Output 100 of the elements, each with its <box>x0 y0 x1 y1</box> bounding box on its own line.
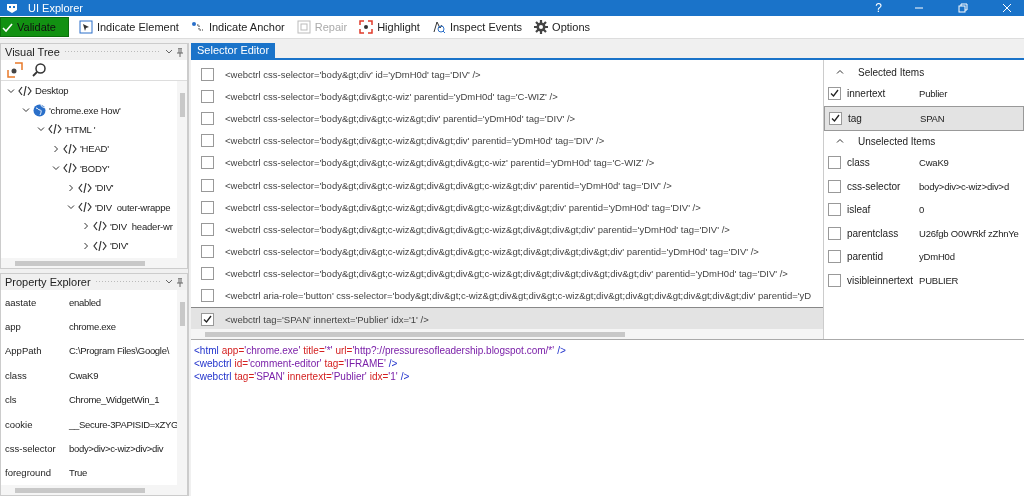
inspect-button[interactable]: Inspect Events <box>429 17 525 37</box>
selector-row[interactable]: <webctrl css-selector='body&gt;div&gt;c-wiz&gt;div&gt;div' parentid='yDmH0d' tag='DIV' /> <box>191 129 823 152</box>
property-name: css-selector <box>5 443 57 455</box>
attribute-value: PUBLIER <box>919 274 959 286</box>
checkbox[interactable] <box>828 250 841 264</box>
highlight-button[interactable]: Highlight <box>357 17 422 37</box>
chevron-down-icon[interactable] <box>22 106 30 115</box>
code-icon <box>63 162 77 175</box>
attribute-row[interactable]: isleaf 0 <box>824 198 1024 222</box>
selector-row[interactable]: <webctrl aria-role='button' css-selector='body&gt;div&gt;c-wiz&gt;div&gt;div&gt;c-wiz&gt;div&gt;div&gt;div&gt;div&gt;div&gt;div' parentid='yD <box>191 284 823 308</box>
chevron-right-icon[interactable] <box>52 144 60 153</box>
checkbox[interactable] <box>201 222 214 236</box>
checkbox[interactable] <box>828 179 841 193</box>
selector-row[interactable]: <webctrl css-selector='body&gt;div&gt;c-wiz&gt;div' parentid='yDmH0d' tag='DIV' /> <box>191 107 823 130</box>
checkbox[interactable] <box>201 178 214 192</box>
checkbox[interactable] <box>201 289 214 303</box>
selector-row[interactable]: <webctrl css-selector='body&gt;div&gt;c-wiz&gt;div&gt;div&gt;c-wiz&gt;div' parentid='yDmH0d' tag='DIV' /> <box>191 173 823 197</box>
attribute-value: Publier <box>919 88 948 100</box>
indicate-anchor-button[interactable]: Indicate Anchor <box>188 17 287 37</box>
tree-item[interactable]: 'HTML ' <box>1 119 177 140</box>
attribute-row[interactable]: visibleinnertext PUBLIER <box>824 268 1024 292</box>
indicate-element-button[interactable]: Indicate Element <box>76 17 181 37</box>
chevron-down-icon[interactable] <box>67 203 75 212</box>
scrollbar[interactable] <box>177 81 187 258</box>
restore-icon[interactable] <box>958 3 968 13</box>
property-name: foreground <box>5 467 52 479</box>
attribute-row[interactable]: tag SPAN <box>824 105 1024 131</box>
tree-item[interactable]: 'chrome.exe How' <box>1 100 177 120</box>
tree-item[interactable]: 'DIV' <box>1 177 177 198</box>
chevron-icon[interactable] <box>836 68 844 76</box>
scrollbar[interactable] <box>191 329 823 339</box>
chevron-right-icon[interactable] <box>67 183 75 192</box>
locate-icon[interactable] <box>7 62 23 78</box>
search-icon[interactable] <box>31 62 47 78</box>
checkbox[interactable] <box>201 89 214 103</box>
chevron-right-icon[interactable] <box>82 222 90 231</box>
selector-row[interactable]: <webctrl tag='SPAN' innertext='Publier' idx='1' /> <box>191 307 823 329</box>
tree-item[interactable]: 'DIV header-wr <box>1 216 177 237</box>
selector-row[interactable]: <webctrl css-selector='body&gt;div&gt;c-wiz&gt;div&gt;div&gt;c-wiz&gt;div&gt;div' parentid='yDmH0d' tag='DIV' /> <box>191 196 823 219</box>
pin-icon[interactable] <box>177 47 183 57</box>
validate-button[interactable]: Validate <box>0 17 69 37</box>
tree-item[interactable]: 'HEAD' <box>1 139 177 159</box>
selector-row[interactable]: <webctrl css-selector='body&gt;div' id='yDmH0d' tag='DIV' /> <box>191 63 823 86</box>
attribute-row[interactable]: parentid yDmH0d <box>824 245 1024 269</box>
chevron-down-icon[interactable] <box>37 125 45 134</box>
property-value: body>div>c-wiz>div>div <box>69 443 164 455</box>
checkbox[interactable] <box>829 111 842 125</box>
checkbox[interactable] <box>828 273 841 287</box>
attribute-row[interactable]: class CwaK9 <box>824 151 1024 175</box>
selector-text: <webctrl css-selector='body&gt;div&gt;c-wiz' parentid='yDmH0d' tag='C-WIZ' /> <box>225 90 558 102</box>
dropdown-icon[interactable] <box>165 49 173 55</box>
attribute-value: 0 <box>919 204 925 216</box>
tree-item[interactable]: 'DIV outer-wrappe <box>1 197 177 217</box>
selector-row[interactable]: <webctrl css-selector='body&gt;div&gt;c-wiz' parentid='yDmH0d' tag='C-WIZ' /> <box>191 85 823 108</box>
group-header[interactable]: Selected Items <box>824 62 1024 82</box>
chevron-down-icon[interactable] <box>52 164 60 173</box>
checkbox[interactable] <box>201 111 214 125</box>
help-button[interactable]: ? <box>865 1 892 15</box>
property-value: chrome.exe <box>69 321 116 333</box>
tree-item[interactable]: 'DIV' <box>1 236 177 256</box>
chevron-down-icon[interactable] <box>7 86 15 95</box>
attribute-name: visibleinnertext <box>846 274 915 286</box>
property-name: cookie <box>5 418 34 430</box>
selector-text: <webctrl css-selector='body&gt;div&gt;c-wiz&gt;div&gt;div&gt;c-wiz&gt;div&gt;div&gt;div&gt;div&gt;div' parentid='yDmH0d' tag='DIV' /> <box>225 268 788 280</box>
scrollbar[interactable] <box>177 290 187 485</box>
selector-row[interactable]: <webctrl css-selector='body&gt;div&gt;c-wiz&gt;div&gt;div&gt;c-wiz&gt;div&gt;div&gt;div' parentid='yDmH0d' tag='DIV' /> <box>191 218 823 241</box>
selector-text: <webctrl css-selector='body&gt;div&gt;c-wiz&gt;div&gt;div&gt;c-wiz&gt;div&gt;div&gt;div' parentid='yDmH0d' tag='DIV' /> <box>225 223 730 235</box>
selector-row[interactable]: <webctrl css-selector='body&gt;div&gt;c-wiz&gt;div&gt;div&gt;c-wiz&gt;div&gt;div&gt;div&gt;div&gt;div' parentid='yDmH0d' tag='DIV' /> <box>191 262 823 285</box>
checkbox[interactable] <box>201 245 214 259</box>
checkbox[interactable] <box>828 87 841 101</box>
checkbox[interactable] <box>828 156 841 170</box>
property-name: AppPath <box>5 345 43 357</box>
tree-item[interactable]: Desktop <box>1 81 177 101</box>
scrollbar[interactable] <box>1 485 187 495</box>
xml-editor[interactable]: <html app='chrome.exe' title='*' url='http?://pressuresofleadership.blogspot.com/*' /> <webctrl id='comment-editor' tag='IFRAME' /> <webctrl tag='SPAN' innertext='Publier' idx='1' /> <box>191 340 1024 496</box>
checkbox[interactable] <box>201 200 214 214</box>
attribute-row[interactable]: parentclass U26fgb O0WRkf zZhnYe <box>824 221 1024 245</box>
selector-row[interactable]: <webctrl css-selector='body&gt;div&gt;c-wiz&gt;div&gt;div&gt;c-wiz' parentid='yDmH0d' tag='C-WIZ' /> <box>191 151 823 174</box>
globe-icon <box>33 103 46 117</box>
checkbox[interactable] <box>201 67 214 81</box>
group-header[interactable]: Unselected Items <box>824 131 1024 151</box>
options-button[interactable]: Options <box>532 17 592 37</box>
checkbox[interactable] <box>201 156 214 170</box>
checkbox[interactable] <box>201 267 214 281</box>
tree-item[interactable]: 'BODY' <box>1 158 177 178</box>
selector-editor-tab[interactable]: Selector Editor <box>191 43 276 58</box>
checkbox[interactable] <box>201 134 214 148</box>
xml-line: <webctrl id='comment-editor' tag='IFRAME' /> <box>194 357 399 370</box>
checkbox[interactable] <box>201 312 214 326</box>
selector-row[interactable]: <webctrl css-selector='body&gt;div&gt;c-wiz&gt;div&gt;div&gt;c-wiz&gt;div&gt;div&gt;div&gt;div' parentid='yDmH0d' tag='DIV' /> <box>191 240 823 263</box>
checkbox[interactable] <box>828 203 841 217</box>
chevron-icon[interactable] <box>836 137 844 145</box>
pin-icon[interactable] <box>177 277 183 287</box>
checkbox[interactable] <box>828 226 841 240</box>
attribute-row[interactable]: css-selector body>div>c-wiz>div>d <box>824 174 1024 198</box>
close-icon[interactable] <box>1002 3 1012 13</box>
dropdown-icon[interactable] <box>165 279 173 285</box>
scrollbar[interactable] <box>1 258 187 268</box>
chevron-right-icon[interactable] <box>82 241 90 250</box>
attribute-row[interactable]: innertext Publier <box>824 82 1024 106</box>
